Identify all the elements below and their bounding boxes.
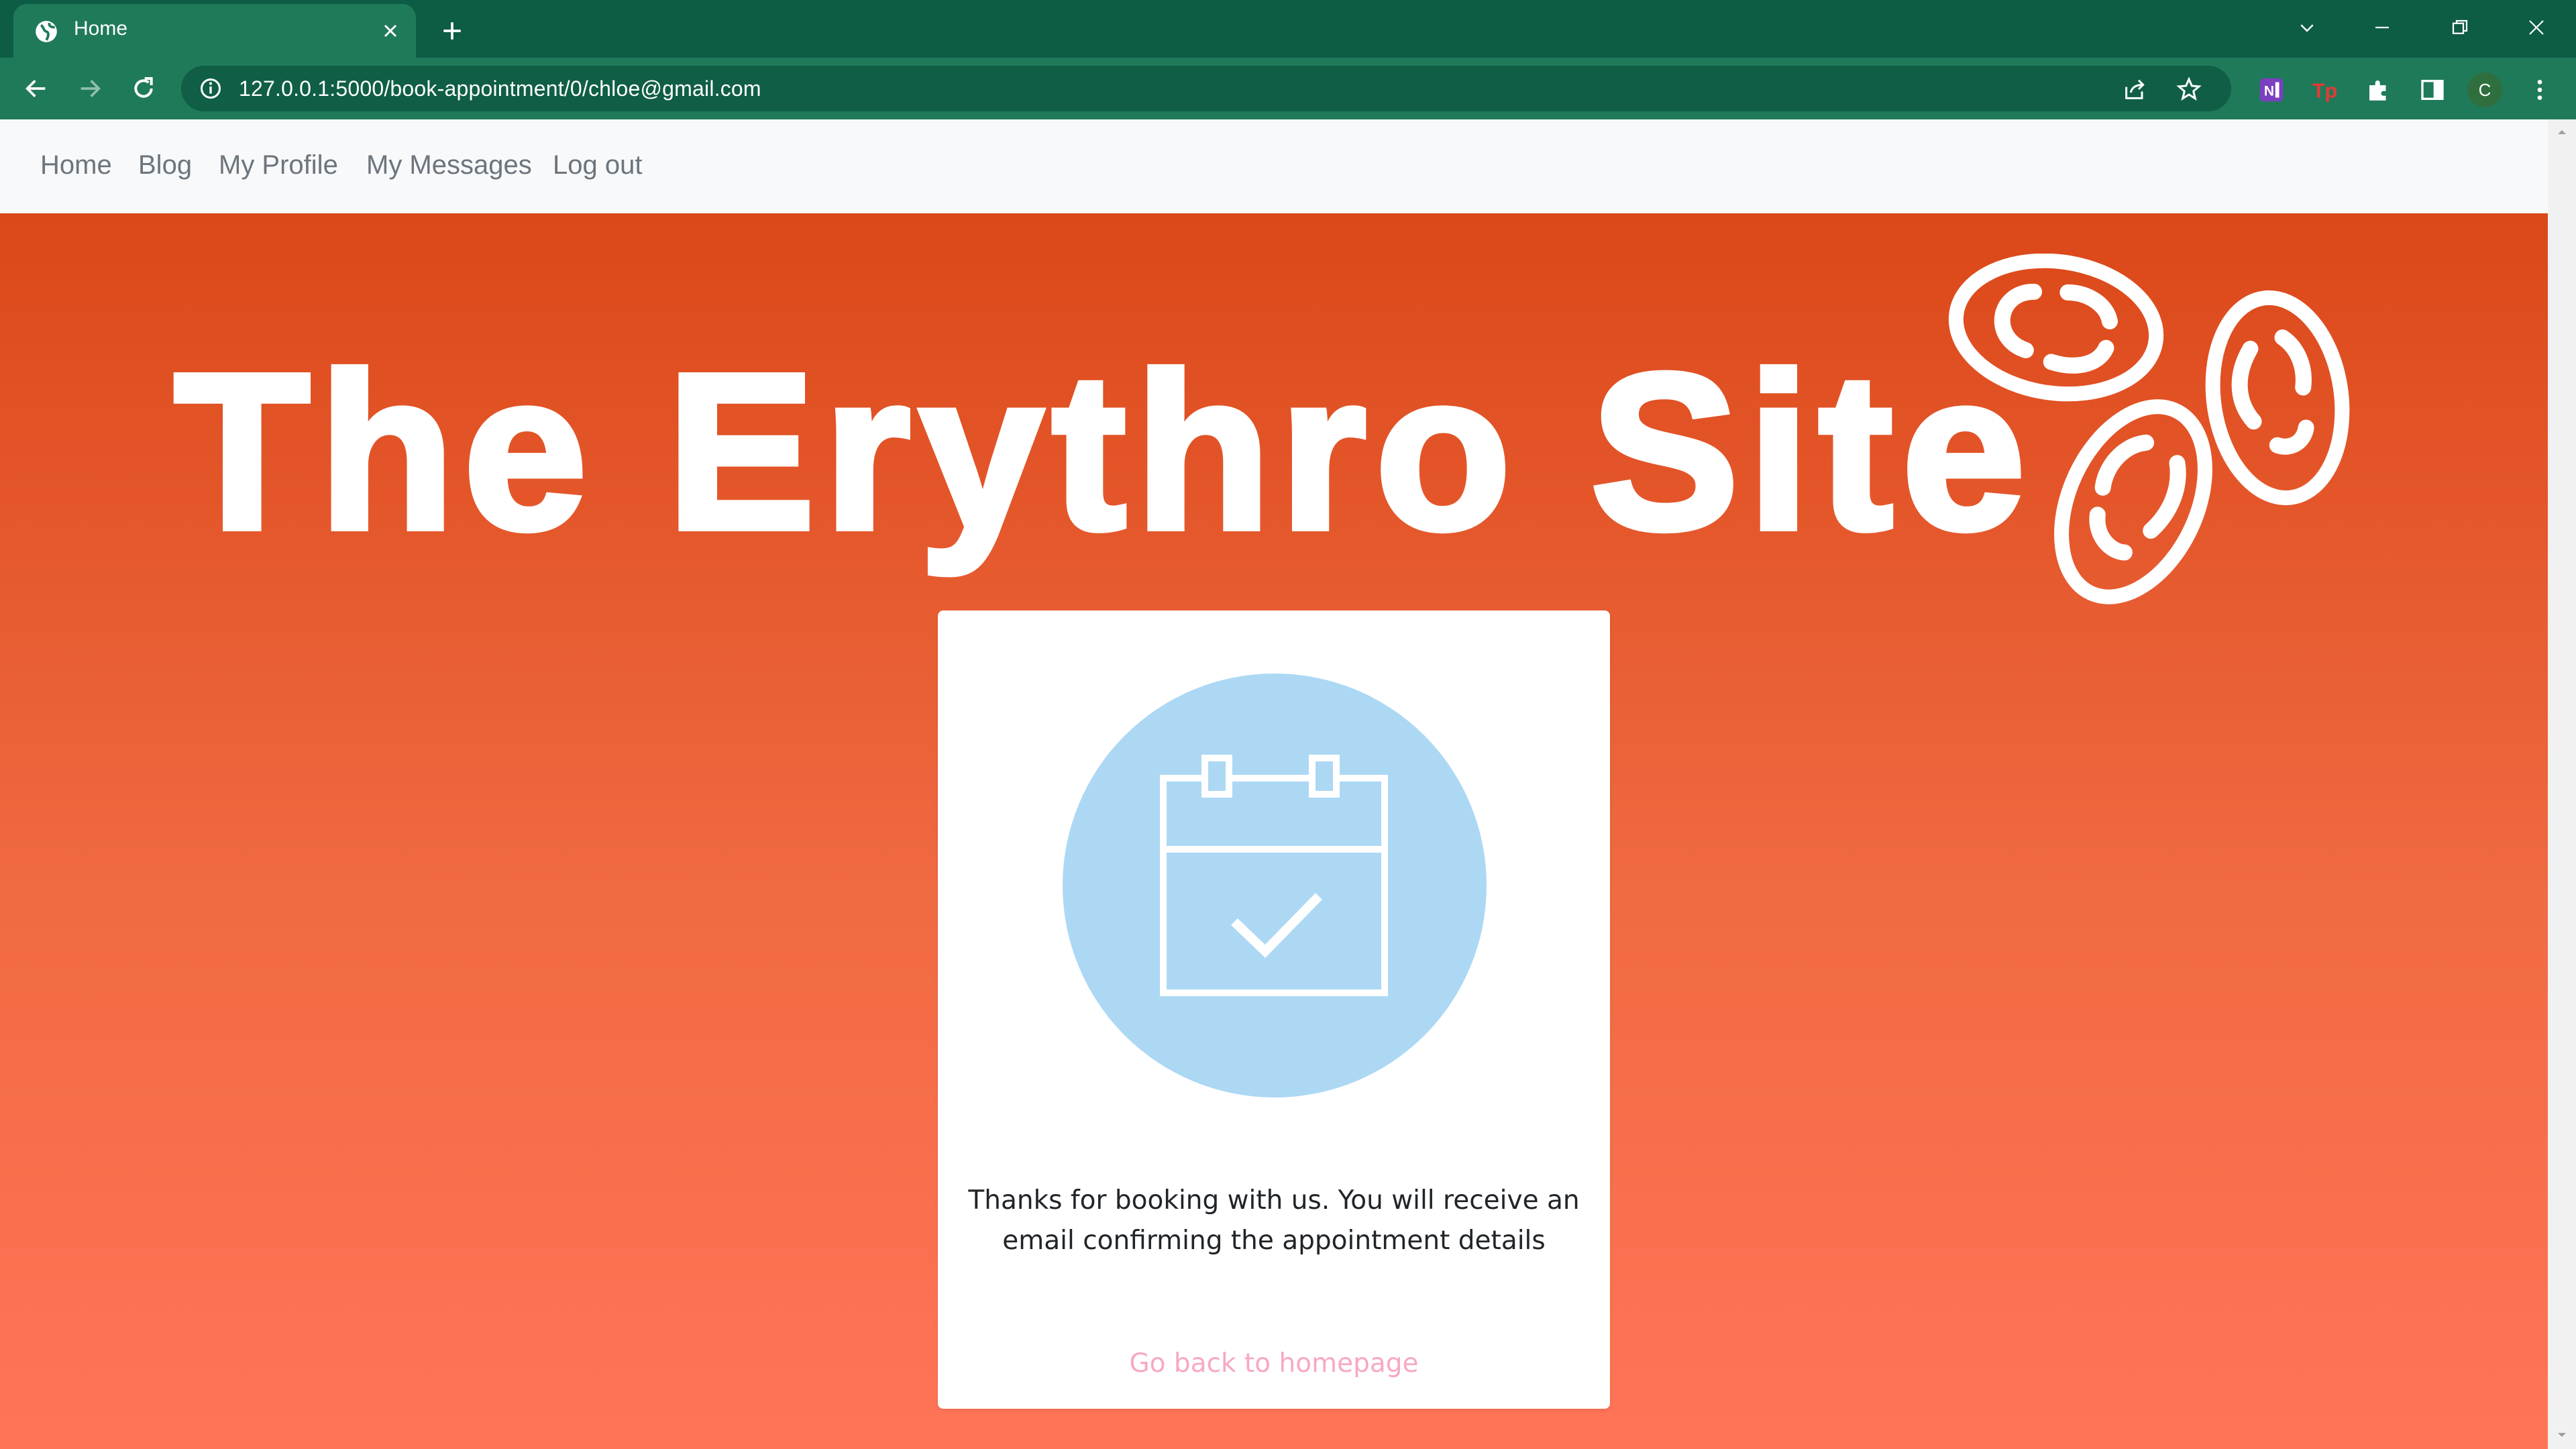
browser-tab-strip: Home [0,0,2576,58]
hero-section: The Erythro Site Thanks for booking with… [0,213,2548,1449]
side-panel-icon[interactable] [2415,72,2450,107]
nav-home-link[interactable]: Home [40,150,112,180]
onenote-icon[interactable]: N [2254,72,2289,107]
tab-search-chevron-icon[interactable] [2284,7,2330,48]
url-text: 127.0.0.1:5000/book-appointment/0/chloe@… [239,76,761,101]
forward-arrow-icon[interactable] [71,70,109,107]
globe-icon [36,21,57,42]
page-viewport: Home Blog My Profile My Messages Log out… [0,119,2548,1449]
page-scrollbar[interactable] [2548,119,2576,1449]
site-title: The Erythro Site [171,327,2035,575]
bookmark-star-icon[interactable] [2174,74,2204,105]
site-info-icon[interactable] [199,76,223,101]
restore-button[interactable] [2436,7,2483,48]
red-blood-cells-logo [1948,254,2350,604]
tp-extension-icon[interactable]: Tp [2308,72,2343,107]
browser-toolbar: 127.0.0.1:5000/book-appointment/0/chloe@… [0,58,2576,119]
nav-profile-link[interactable]: My Profile [219,150,338,180]
address-bar[interactable]: 127.0.0.1:5000/book-appointment/0/chloe@… [181,66,2231,111]
new-tab-button[interactable] [435,13,470,48]
confirmation-message: Thanks for booking with us. You will rec… [968,1185,1580,1256]
minimize-button[interactable] [2359,7,2406,48]
tab-title: Home [74,17,128,40]
close-tab-icon[interactable] [376,16,405,46]
scroll-down-arrow-icon[interactable] [2553,1426,2571,1444]
site-navbar: Home Blog My Profile My Messages Log out [0,119,2548,213]
scroll-up-arrow-icon[interactable] [2553,123,2571,141]
browser-tab[interactable]: Home [13,4,416,58]
nav-blog-link[interactable]: Blog [138,150,192,180]
svg-text:N: N [2264,84,2274,99]
go-back-homepage-link[interactable]: Go back to homepage [938,1348,1610,1379]
svg-text:Tp: Tp [2312,80,2337,103]
nav-messages-link[interactable]: My Messages [366,150,532,180]
reload-icon[interactable] [125,70,162,107]
booking-confirmation-card: Thanks for booking with us. You will rec… [938,610,1610,1409]
share-icon[interactable] [2120,74,2151,105]
nav-logout-link[interactable]: Log out [553,150,642,180]
calendar-check-icon [1160,755,1388,996]
calendar-check-badge [1063,674,1487,1097]
close-window-button[interactable] [2513,7,2560,48]
back-arrow-icon[interactable] [17,70,55,107]
puzzle-icon[interactable] [2361,72,2396,107]
kebab-menu-icon[interactable] [2522,72,2557,107]
profile-avatar[interactable]: C [2467,72,2502,107]
